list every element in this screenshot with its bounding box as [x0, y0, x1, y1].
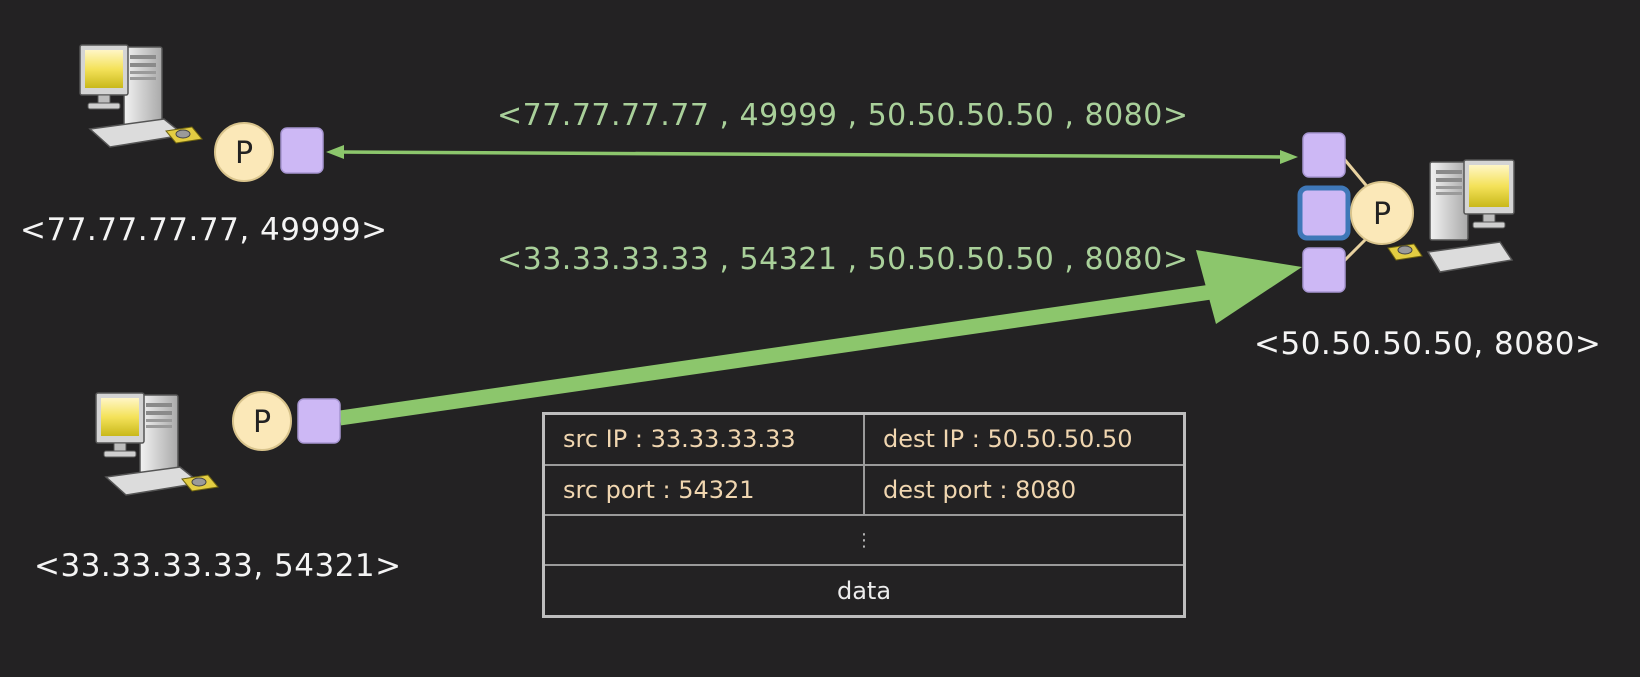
client-b-address: <33.33.33.33, 54321>	[34, 548, 402, 584]
data-cell: data	[542, 564, 1186, 618]
connection-a-arrow	[326, 145, 1298, 164]
segment-header-table: src IP : 33.33.33.33 dest IP : 50.50.50.…	[542, 412, 1186, 618]
client-b-socket	[297, 398, 341, 444]
client-a-address: <77.77.77.77, 49999>	[20, 212, 388, 248]
connection-a-tuple: <77.77.77.77 , 49999 , 50.50.50.50 , 808…	[497, 98, 1189, 133]
server-process-label: P	[1373, 197, 1391, 232]
connection-b-tuple: <33.33.33.33 , 54321 , 50.50.50.50 , 808…	[497, 242, 1189, 277]
client-b-process-label: P	[253, 405, 271, 440]
client-b-computer-icon	[95, 392, 219, 496]
table-row: ⋮	[542, 513, 1186, 567]
server-socket-a	[1302, 132, 1346, 178]
dest-ip-cell: dest IP : 50.50.50.50	[863, 412, 1186, 466]
server-address: <50.50.50.50, 8080>	[1254, 326, 1602, 362]
src-port-cell: src port : 54321	[542, 463, 865, 516]
table-row: data	[542, 564, 1186, 618]
client-a-socket	[280, 127, 324, 174]
client-a-process-label: P	[235, 136, 253, 171]
dest-port-cell: dest port : 8080	[863, 463, 1186, 516]
client-a-computer-icon	[79, 44, 203, 148]
ellipsis-cell: ⋮	[542, 513, 1186, 567]
table-row: src IP : 33.33.33.33 dest IP : 50.50.50.…	[542, 412, 1186, 466]
table-row: src port : 54321 dest port : 8080	[542, 463, 1186, 516]
server-socket-b	[1302, 247, 1346, 293]
server-listening-socket	[1297, 185, 1351, 241]
src-ip-cell: src IP : 33.33.33.33	[542, 412, 865, 466]
